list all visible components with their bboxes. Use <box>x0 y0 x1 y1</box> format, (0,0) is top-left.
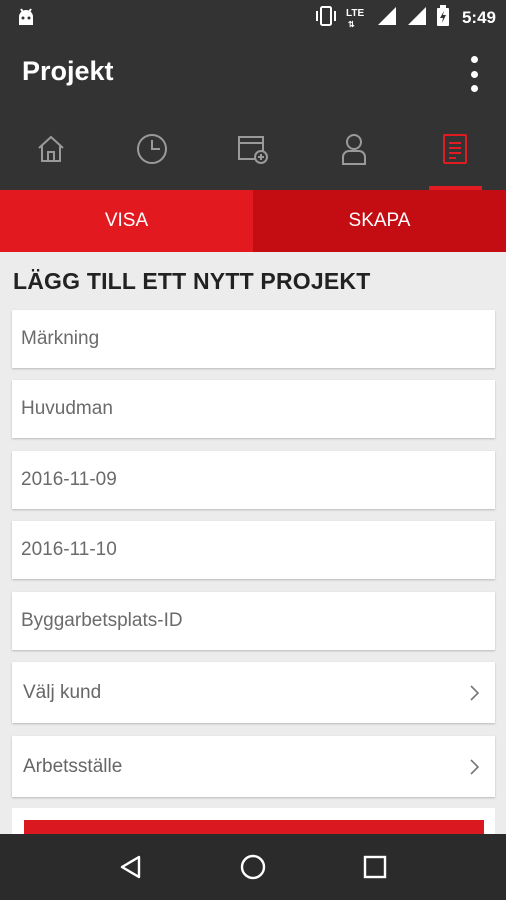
tab-calendar[interactable] <box>202 112 303 190</box>
form-title: LÄGG TILL ETT NYTT PROJEKT <box>13 268 371 294</box>
android-icon <box>16 8 36 31</box>
submit-button[interactable] <box>24 820 484 834</box>
lte-icon: LTE ⇅ <box>345 8 365 29</box>
back-icon[interactable] <box>101 837 161 897</box>
recents-icon[interactable] <box>345 837 405 897</box>
workplace-select-value: Arbetsställe <box>23 755 123 777</box>
app-bar: Projekt <box>0 36 506 112</box>
start-date-value: 2016-11-09 <box>21 469 117 490</box>
network-type-label: LTE <box>345 8 365 19</box>
site-id-value: Byggarbetsplats-ID <box>21 610 183 631</box>
vibrate-icon <box>314 5 338 32</box>
principal-value: Huvudman <box>21 398 113 419</box>
home-circle-icon[interactable] <box>223 837 283 897</box>
marking-field[interactable]: Märkning <box>12 310 495 368</box>
visa-button[interactable]: VISA <box>0 190 253 252</box>
chevron-right-icon <box>463 681 487 705</box>
site-id-field[interactable]: Byggarbetsplats-ID <box>12 592 495 650</box>
calendar-add-icon <box>237 134 269 169</box>
principal-field[interactable]: Huvudman <box>12 380 495 438</box>
signal-icon <box>376 5 398 32</box>
clock-time: 5:49 <box>461 8 496 27</box>
system-nav-bar <box>0 834 506 900</box>
person-icon <box>341 133 367 170</box>
battery-charging-icon <box>436 4 450 32</box>
tab-time[interactable] <box>101 112 202 190</box>
view-switcher: VISA SKAPA <box>0 190 506 252</box>
end-date-value: 2016-11-10 <box>21 539 117 560</box>
marking-value: Märkning <box>21 328 100 349</box>
page-title: Projekt <box>22 56 114 86</box>
tab-person[interactable] <box>304 112 405 190</box>
status-bar: LTE ⇅ 5:49 <box>0 0 506 36</box>
tab-home[interactable] <box>0 112 101 190</box>
customer-select-value: Välj kund <box>23 681 102 703</box>
document-icon <box>442 133 468 170</box>
skapa-button[interactable]: SKAPA <box>253 190 506 252</box>
chevron-right-icon <box>463 755 487 779</box>
tab-projects[interactable] <box>405 112 506 190</box>
more-vert-icon[interactable] <box>468 56 480 92</box>
clock-icon <box>136 133 168 170</box>
start-date-field[interactable]: 2016-11-09 <box>12 451 495 509</box>
customer-select[interactable]: Välj kund <box>12 662 495 723</box>
end-date-field[interactable]: 2016-11-10 <box>12 521 495 579</box>
tab-bar <box>0 112 506 190</box>
workplace-select[interactable]: Arbetsställe <box>12 736 495 797</box>
signal-icon <box>406 5 428 32</box>
home-icon <box>36 134 66 169</box>
